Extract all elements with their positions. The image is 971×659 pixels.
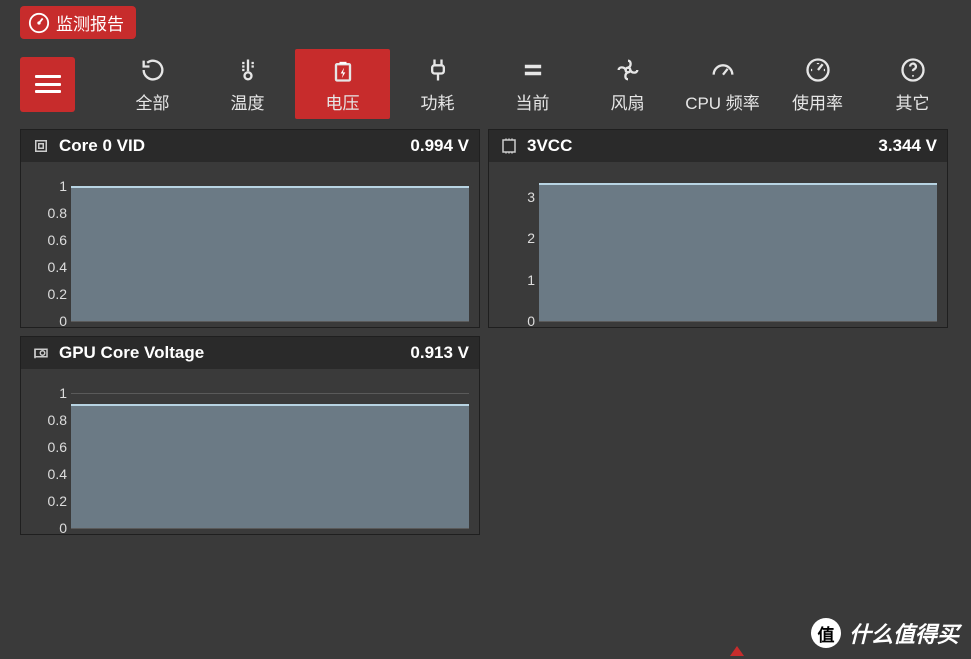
tab-fan[interactable]: 风扇 [580,49,675,119]
chart-title: GPU Core Voltage [59,343,204,363]
battery-bolt-icon [328,55,358,85]
tab-power[interactable]: 功耗 [390,49,485,119]
refresh-icon [138,55,168,85]
plug-icon [423,55,453,85]
chart-title: Core 0 VID [59,136,145,156]
tab-usage[interactable]: 使用率 [770,49,865,119]
tab-current[interactable]: 当前 [485,49,580,119]
chart-value: 0.994 V [410,136,469,156]
tab-all[interactable]: 全部 [105,49,200,119]
tab-label: 全部 [136,89,170,114]
toolbar: 全部 温度 电压 功耗 当前 风扇 CPU 频率 [20,49,971,119]
y-tick-label: 0.6 [37,439,67,455]
app-title: 监测报告 [56,10,124,35]
y-tick-label: 0.8 [37,412,67,428]
tab-label: 温度 [231,89,265,114]
series-area [71,404,469,528]
chart-value: 3.344 V [878,136,937,156]
series-area [71,186,469,321]
chart-card-3vcc: 3VCC 3.344 V 0 1 2 3 [488,129,948,328]
chart-header: GPU Core Voltage 0.913 V [21,337,479,369]
equals-icon [518,55,548,85]
fan-icon [613,55,643,85]
chart-body: 0 1 2 3 [489,162,947,327]
gauge-icon [28,12,50,34]
chart-title: 3VCC [527,136,572,156]
chart-card-gpu-core: GPU Core Voltage 0.913 V 0 0.2 0.4 0.6 0.8 1 [20,336,480,535]
y-tick-label: 0.4 [37,466,67,482]
tab-other[interactable]: 其它 [865,49,960,119]
board-icon [499,136,519,156]
tab-label: 风扇 [611,89,645,114]
menu-button[interactable] [20,57,75,112]
tab-cpu-freq[interactable]: CPU 频率 [675,49,770,119]
series-area [539,183,937,321]
tab-label: CPU 频率 [685,89,760,114]
y-tick-label: 1 [505,272,535,288]
gridline [71,393,469,394]
y-tick-label: 3 [505,189,535,205]
speedometer-icon [708,55,738,85]
y-tick-label: 1 [37,178,67,194]
y-tick-label: 0.2 [37,493,67,509]
gridline [539,321,937,322]
tab-voltage[interactable]: 电压 [295,49,390,119]
tab-label: 使用率 [792,89,843,114]
tab-temperature[interactable]: 温度 [200,49,295,119]
app-title-badge: 监测报告 [20,6,136,39]
y-tick-label: 0 [37,520,67,536]
y-tick-label: 0.2 [37,286,67,302]
chart-body: 0 0.2 0.4 0.6 0.8 1 [21,162,479,327]
question-icon [898,55,928,85]
tab-label: 当前 [516,89,550,114]
thermometer-icon [233,55,263,85]
y-tick-label: 2 [505,230,535,246]
tab-label: 电压 [326,89,360,114]
indicator-arrow [730,646,744,656]
tab-label: 功耗 [421,89,455,114]
chart-header: Core 0 VID 0.994 V [21,130,479,162]
gauge-icon [803,55,833,85]
chart-header: 3VCC 3.344 V [489,130,947,162]
y-tick-label: 0 [37,313,67,329]
y-tick-label: 0.4 [37,259,67,275]
y-tick-label: 0 [505,313,535,329]
y-tick-label: 0.6 [37,232,67,248]
chart-grid: Core 0 VID 0.994 V 0 0.2 0.4 0.6 0.8 1 3VCC 3… [20,129,971,535]
chart-card-core0vid: Core 0 VID 0.994 V 0 0.2 0.4 0.6 0.8 1 [20,129,480,328]
chart-value: 0.913 V [410,343,469,363]
y-tick-label: 1 [37,385,67,401]
watermark-text: 什么值得买 [849,617,959,649]
y-tick-label: 0.8 [37,205,67,221]
watermark-badge: 值 [811,618,841,648]
tab-label: 其它 [896,89,930,114]
chip-icon [31,136,51,156]
chart-body: 0 0.2 0.4 0.6 0.8 1 [21,369,479,534]
gridline [71,321,469,322]
gridline [71,528,469,529]
gpu-icon [31,343,51,363]
hamburger-icon [35,75,61,93]
watermark: 值 什么值得买 [811,617,959,649]
